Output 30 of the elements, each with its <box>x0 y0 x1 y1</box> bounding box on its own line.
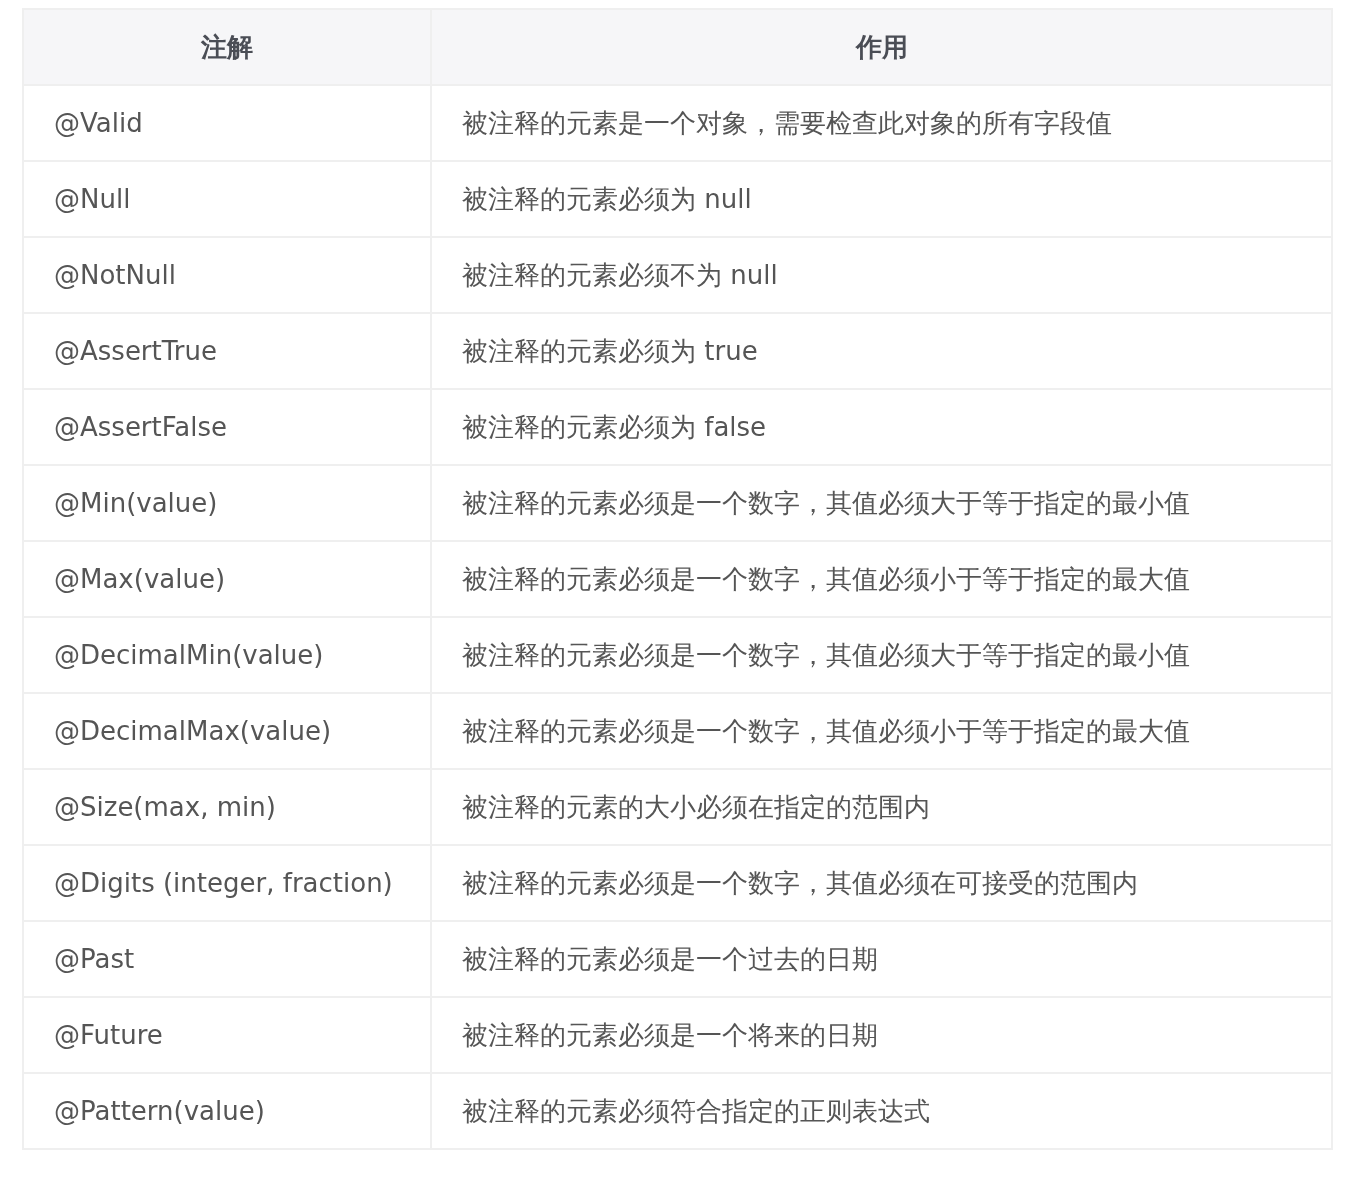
table-cell: @DecimalMin(value) <box>23 617 431 693</box>
table-cell: 被注释的元素必须是一个数字，其值必须大于等于指定的最小值 <box>431 617 1332 693</box>
table-cell: @Pattern(value) <box>23 1073 431 1149</box>
table-cell: @Size(max, min) <box>23 769 431 845</box>
table-cell: 被注释的元素必须是一个数字，其值必须小于等于指定的最大值 <box>431 541 1332 617</box>
table-cell: @AssertTrue <box>23 313 431 389</box>
table-cell: 被注释的元素必须是一个数字，其值必须小于等于指定的最大值 <box>431 693 1332 769</box>
table-cell: 被注释的元素必须不为 null <box>431 237 1332 313</box>
table-cell: @Min(value) <box>23 465 431 541</box>
table-cell: @Null <box>23 161 431 237</box>
table-cell: @Past <box>23 921 431 997</box>
table-cell: @Max(value) <box>23 541 431 617</box>
column-header: 注解 <box>23 9 431 85</box>
table-cell: 被注释的元素必须为 null <box>431 161 1332 237</box>
table-cell: @Valid <box>23 85 431 161</box>
table-cell: 被注释的元素必须是一个将来的日期 <box>431 997 1332 1073</box>
column-header: 作用 <box>431 9 1332 85</box>
table-cell: 被注释的元素必须为 false <box>431 389 1332 465</box>
table-cell: 被注释的元素必须是一个数字，其值必须在可接受的范围内 <box>431 845 1332 921</box>
table-cell: 被注释的元素的大小必须在指定的范围内 <box>431 769 1332 845</box>
table-cell: @NotNull <box>23 237 431 313</box>
table-cell: 被注释的元素是一个对象，需要检查此对象的所有字段值 <box>431 85 1332 161</box>
table-cell: 被注释的元素必须符合指定的正则表达式 <box>431 1073 1332 1149</box>
table-cell: @DecimalMax(value) <box>23 693 431 769</box>
table-cell: @AssertFalse <box>23 389 431 465</box>
table-cell: 被注释的元素必须为 true <box>431 313 1332 389</box>
table-cell: 被注释的元素必须是一个数字，其值必须大于等于指定的最小值 <box>431 465 1332 541</box>
table-cell: @Future <box>23 997 431 1073</box>
table-cell: @Digits (integer, fraction) <box>23 845 431 921</box>
table-cell: 被注释的元素必须是一个过去的日期 <box>431 921 1332 997</box>
